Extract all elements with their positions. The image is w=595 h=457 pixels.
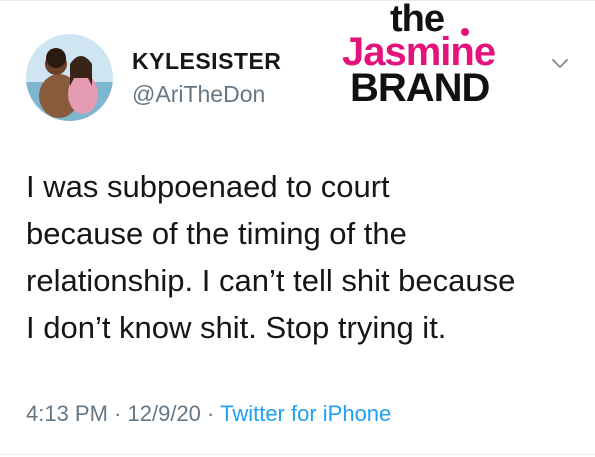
tweet-text-line: I don’t know shit. Stop trying it. xyxy=(26,310,447,345)
top-divider xyxy=(0,0,595,1)
watermark-brand: BRAND xyxy=(350,66,490,110)
display-name[interactable]: KYLESISTER xyxy=(132,48,281,75)
watermark-logo: the Jasmine BRAND xyxy=(338,0,518,110)
chevron-down-icon[interactable] xyxy=(548,52,572,76)
tweet-source-link[interactable]: Twitter for iPhone xyxy=(220,401,391,426)
tweet-text-line: because of the timing of the xyxy=(26,216,407,251)
tweet-date[interactable]: 12/9/20 xyxy=(128,401,201,426)
bottom-divider xyxy=(0,454,595,455)
meta-separator: · xyxy=(207,401,215,426)
tweet-time[interactable]: 4:13 PM xyxy=(26,401,108,426)
tweet-text-line: relationship. I can’t tell shit because xyxy=(26,263,516,298)
avatar[interactable] xyxy=(26,34,113,121)
meta-separator: · xyxy=(114,401,122,426)
tweet-text-line: I was subpoenaed to court xyxy=(26,169,390,204)
username-handle[interactable]: @AriTheDon xyxy=(132,81,265,108)
tweet-meta: 4:13 PM · 12/9/20 · Twitter for iPhone xyxy=(26,401,391,427)
avatar-photo xyxy=(26,34,113,121)
tweet-text: I was subpoenaed to court because of the… xyxy=(26,163,576,351)
